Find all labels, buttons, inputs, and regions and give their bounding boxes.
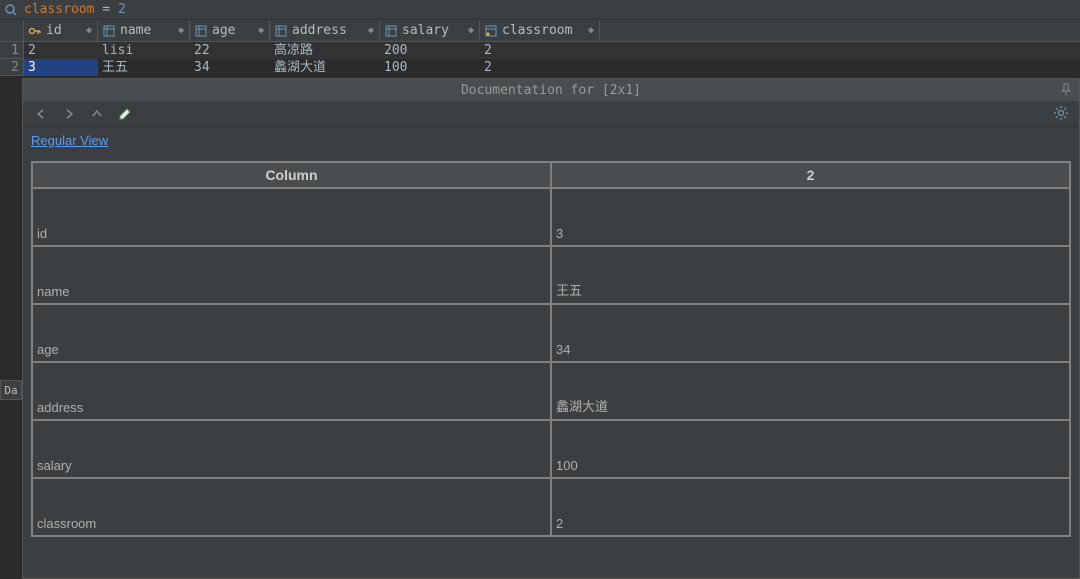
doc-key: classroom [32,478,551,536]
row-number-header [0,20,24,41]
doc-key: salary [32,420,551,478]
doc-key: name [32,246,551,304]
column-header-age[interactable]: age ◆ [190,20,270,41]
doc-titlebar: Documentation for [2x1] [23,79,1079,101]
pin-icon[interactable] [1059,82,1073,96]
regular-view-link[interactable]: Regular View [31,133,108,148]
cell-age[interactable]: 22 [190,42,270,59]
column-label: id [46,23,62,38]
sort-handle-icon[interactable]: ◆ [467,24,475,38]
table-row[interactable]: 2 3 王五 34 蠡湖大道 100 2 [0,59,1080,76]
column-label: age [212,23,235,38]
doc-row: address 蠡湖大道 [32,362,1070,420]
doc-row: classroom 2 [32,478,1070,536]
cell-salary[interactable]: 100 [380,59,480,76]
doc-th-value: 2 [551,162,1070,188]
row-number: 2 [0,59,24,76]
doc-title: Documentation for [2x1] [461,83,641,98]
sort-handle-icon[interactable]: ◆ [587,24,595,38]
column-header-salary[interactable]: salary ◆ [380,20,480,41]
doc-val: 2 [551,478,1070,536]
cell-address[interactable]: 高凉路 [270,42,380,59]
doc-body: Regular View Column 2 id 3 name 王五 age [23,127,1079,578]
sort-handle-icon[interactable]: ◆ [367,24,375,38]
up-icon[interactable] [87,104,107,124]
column-icon [102,24,116,38]
cell-id[interactable]: 3 [24,59,98,76]
column-label: address [292,23,347,38]
cell-name[interactable]: lisi [98,42,190,59]
column-label: classroom [502,23,572,38]
column-header-address[interactable]: address ◆ [270,20,380,41]
doc-key: address [32,362,551,420]
cell-salary[interactable]: 200 [380,42,480,59]
forward-icon[interactable] [59,104,79,124]
doc-th-column: Column [32,162,551,188]
key-icon [28,24,42,38]
doc-toolbar [23,101,1079,127]
cell-id[interactable]: 2 [24,42,98,59]
filter-expression[interactable]: classroom = 2 [24,2,126,17]
column-header-name[interactable]: name ◆ [98,20,190,41]
doc-row: age 34 [32,304,1070,362]
doc-row: salary 100 [32,420,1070,478]
doc-val: 蠡湖大道 [551,362,1070,420]
edit-icon[interactable] [115,104,135,124]
row-number: 1 [0,42,24,59]
sort-handle-icon[interactable]: ◆ [257,24,265,38]
gear-icon[interactable] [1053,105,1071,123]
column-label: name [120,23,151,38]
doc-row: id 3 [32,188,1070,246]
cell-address[interactable]: 蠡湖大道 [270,59,380,76]
sort-handle-icon[interactable]: ◆ [177,24,185,38]
cell-age[interactable]: 34 [190,59,270,76]
sort-handle-icon[interactable]: ◆ [85,24,93,38]
doc-val: 34 [551,304,1070,362]
grid-header: id ◆ name ◆ age ◆ address ◆ salary ◆ cla [0,20,1080,42]
table-row[interactable]: 1 2 lisi 22 高凉路 200 2 [0,42,1080,59]
filter-bar: classroom = 2 [0,0,1080,20]
search-icon[interactable] [4,3,18,17]
foreign-key-icon [484,24,498,38]
column-icon [384,24,398,38]
doc-val: 3 [551,188,1070,246]
cell-name[interactable]: 王五 [98,59,190,76]
column-header-classroom[interactable]: classroom ◆ [480,20,600,41]
cell-classroom[interactable]: 2 [480,59,600,76]
doc-val: 100 [551,420,1070,478]
doc-key: age [32,304,551,362]
doc-key: id [32,188,551,246]
cell-classroom[interactable]: 2 [480,42,600,59]
documentation-panel: Documentation for [2x1] Regular View Col… [22,78,1080,579]
grid-body: 1 2 lisi 22 高凉路 200 2 2 3 王五 34 蠡湖大道 100… [0,42,1080,76]
column-icon [194,24,208,38]
column-label: salary [402,23,449,38]
side-tab-label[interactable]: Da [0,380,22,400]
column-icon [274,24,288,38]
back-icon[interactable] [31,104,51,124]
doc-table: Column 2 id 3 name 王五 age 34 addre [31,161,1071,537]
doc-row: name 王五 [32,246,1070,304]
column-header-id[interactable]: id ◆ [24,20,98,41]
doc-val: 王五 [551,246,1070,304]
